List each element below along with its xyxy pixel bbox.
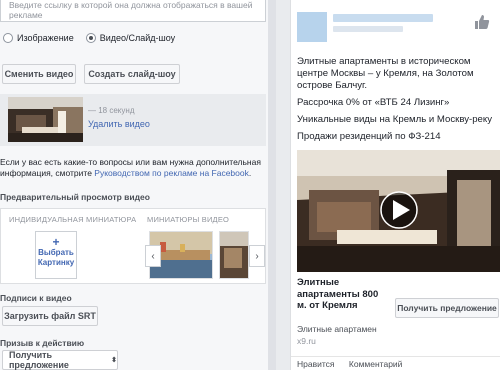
create-slideshow-button[interactable]: Создать слайд-шоу — [84, 64, 180, 84]
thumbs-up-icon — [475, 15, 490, 29]
tab-video-thumbnails[interactable]: Миниатюры видео — [147, 215, 229, 224]
video-duration: — 18 секунд — [88, 106, 134, 115]
change-video-button[interactable]: Сменить видео — [2, 64, 76, 84]
ads-guide-link[interactable]: Руководством по рекламе на Facebook — [94, 168, 249, 178]
destination-hint: Введите ссылку в которой она должна отоб… — [0, 0, 266, 22]
ad-preview-card: Элитные апартаменты в историческом центр… — [290, 0, 500, 370]
ad-text-line: Рассрочка 0% от «ВТБ 24 Лизинг» — [297, 97, 450, 108]
help-suffix: . — [248, 168, 252, 178]
tab-custom-thumbnail[interactable]: Индивидуальная миниатюра — [9, 215, 136, 224]
page-name-blurred — [333, 14, 433, 22]
sponsored-blurred — [333, 26, 403, 32]
ad-actions: Нравится Комментарий — [291, 356, 500, 370]
preview-heading: Предварительный просмотр видео — [0, 192, 150, 202]
format-selector: Изображение Видео/Слайд-шоу — [3, 33, 187, 43]
choose-picture-label: Выбрать Картинку — [37, 248, 75, 267]
cta-select[interactable]: Получить предложение ⬍ — [2, 350, 118, 370]
ad-editor-panel: Введите ссылку в которой она должна отоб… — [0, 0, 268, 370]
help-text: Если у вас есть какие-то вопросы или вам… — [0, 157, 266, 179]
uploaded-video: — 18 секунд Удалить видео — [0, 94, 266, 146]
plus-icon: + — [52, 235, 60, 249]
remove-video-link[interactable]: Удалить видео — [88, 119, 150, 129]
captions-heading: Подписи к видео — [0, 293, 72, 303]
radio-video[interactable] — [85, 33, 96, 43]
format-option-video[interactable]: Видео/Слайд-шоу — [85, 33, 176, 43]
cta-select-value: Получить предложение — [9, 350, 69, 370]
chevron-left-icon[interactable]: ‹ — [145, 245, 161, 267]
ad-text-line: Элитные апартаменты в историческом центр… — [297, 56, 474, 91]
get-offer-button[interactable]: Получить предложение — [395, 298, 499, 318]
link-title[interactable]: Элитные апартаменты 800 м. от Кремля — [297, 277, 385, 312]
like-action[interactable]: Нравится — [297, 359, 335, 369]
preview-panel: Элитные апартаменты в историческом центр… — [276, 0, 500, 370]
select-arrows-icon: ⬍ — [111, 357, 117, 364]
duration-text: 18 секунд — [98, 106, 135, 115]
page-avatar — [297, 12, 327, 42]
choose-picture-button[interactable]: + Выбрать Картинку — [35, 231, 77, 279]
link-url: x9.ru — [297, 336, 316, 346]
comment-action[interactable]: Комментарий — [349, 359, 403, 369]
format-option-label: Видео/Слайд-шоу — [99, 33, 176, 43]
chevron-right-icon[interactable]: › — [249, 245, 265, 267]
cta-heading: Призыв к действию — [0, 338, 85, 348]
video-thumbnail — [8, 97, 83, 142]
link-description: Элитные апартамен — [297, 324, 377, 334]
format-option-label: Изображение — [17, 33, 74, 43]
ad-video[interactable] — [297, 150, 500, 272]
thumbnail-picker: Индивидуальная миниатюра Миниатюры видео… — [0, 208, 266, 284]
format-option-image[interactable]: Изображение — [3, 33, 74, 43]
upload-srt-button[interactable]: Загрузить файл SRT — [2, 306, 98, 326]
panel-divider — [268, 0, 276, 370]
radio-image[interactable] — [3, 33, 13, 43]
video-thumbnail-option[interactable] — [219, 231, 249, 279]
ad-text-line: Продажи резиденций по ФЗ-214 — [297, 131, 441, 142]
ad-text-line: Уникальные виды на Кремль и Москву-реку — [297, 114, 492, 125]
dash-icon: — — [88, 106, 99, 115]
